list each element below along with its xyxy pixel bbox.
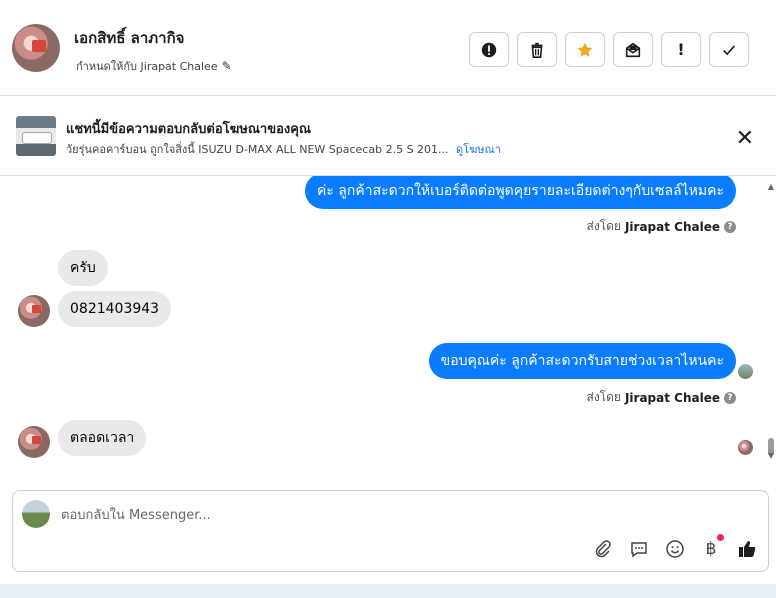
like-button[interactable] [736,538,758,560]
scroll-down-icon[interactable]: ▼ [768,451,774,460]
notification-dot [717,534,724,541]
contact-avatar-small[interactable] [18,295,50,327]
close-icon[interactable]: ✕ [736,126,754,151]
delete-button[interactable] [517,32,557,67]
message-bubble-outgoing[interactable]: ขอบคุณค่ะ ลูกค้าสะดวกรับสายช่วงเวลาไหนคะ [428,343,736,379]
seen-indicator [738,364,753,379]
trash-icon [531,42,543,58]
sent-by-name: Jirapat Chalee [624,390,720,405]
pencil-icon[interactable]: ✎ [222,59,232,73]
sent-by-prefix: ส่งโดย [586,219,621,233]
scrollbar[interactable]: ▲ ▼ [766,176,776,462]
contact-name[interactable]: เอกสิทธิ์ ลาภากิจ [74,26,184,50]
view-ad-link[interactable]: ดูโฆษณา [456,143,501,156]
scroll-up-icon[interactable]: ▲ [768,182,774,191]
mark-unread-button[interactable] [613,32,653,67]
saved-reply-icon [631,542,647,558]
ad-thumbnail[interactable] [16,116,56,156]
done-icon [723,44,736,55]
message-bubble-incoming[interactable]: 0821403943 [58,291,172,327]
seen-indicator [738,440,753,455]
message-bubble-incoming[interactable]: ครับ [58,250,108,286]
composer-tools: ฿ [592,534,758,560]
attach-button[interactable] [592,538,614,560]
conversation-panel: เอกสิทธิ์ ลาภากิจ กำหนดให้กับ Jirapat Ch… [0,0,776,584]
ad-banner-subtitle: วัยรุ่นคอคาร์บอน ถูกใจสิ่งนี้ ISUZU D-MA… [66,140,501,158]
star-button[interactable] [565,32,605,67]
attach-icon [595,540,611,558]
ad-banner-title: แชทนี้มีข้อความตอบกลับต่อโฆษณาของคุณ [66,122,311,137]
emoji-icon [666,540,684,558]
message-thread: ค่ะ ลูกค้าสะดวกให้เบอร์ติดต่อพูดคุยรายละ… [0,176,766,462]
message-bubble-outgoing[interactable]: ค่ะ ลูกค้าสะดวกให้เบอร์ติดต่อพูดคุยรายละ… [304,176,736,209]
sent-by-name: Jirapat Chalee [624,219,720,234]
sent-by-label: ส่งโดย Jirapat Chalee ? [586,217,736,236]
sent-by-prefix: ส่งโดย [586,390,621,404]
like-icon [739,541,756,557]
reply-composer: ฿ [12,490,769,572]
assignee-label: กำหนดให้กับ Jirapat Chalee [76,60,218,73]
page-avatar [22,500,50,528]
assignee[interactable]: กำหนดให้กับ Jirapat Chalee ✎ [76,57,232,75]
ad-reply-banner: แชทนี้มีข้อความตอบกลับต่อโฆษณาของคุณ วัย… [0,96,776,176]
spam-icon [481,42,497,57]
header-actions: ! [469,32,749,67]
done-button[interactable] [709,32,749,67]
reply-input[interactable] [61,504,741,526]
contact-avatar-small[interactable] [18,426,50,458]
conversation-header: เอกสิทธิ์ ลาภากิจ กำหนดให้กับ Jirapat Ch… [0,0,776,96]
mark-unread-icon [625,42,641,57]
star-icon [577,42,593,57]
sent-by-label: ส่งโดย Jirapat Chalee ? [586,388,736,407]
payment-icon: ฿ [705,539,717,559]
message-bubble-incoming[interactable]: ตลอดเวลา [58,420,147,456]
important-icon: ! [677,40,685,59]
emoji-button[interactable] [664,538,686,560]
help-icon[interactable]: ? [724,220,736,233]
ad-name: วัยรุ่นคอคาร์บอน ถูกใจสิ่งนี้ ISUZU D-MA… [66,143,449,156]
spam-button[interactable] [469,32,509,67]
contact-avatar[interactable] [12,24,60,72]
help-icon[interactable]: ? [724,391,736,404]
payment-button[interactable]: ฿ [700,534,724,560]
important-button[interactable]: ! [661,32,701,67]
saved-reply-button[interactable] [628,538,650,560]
